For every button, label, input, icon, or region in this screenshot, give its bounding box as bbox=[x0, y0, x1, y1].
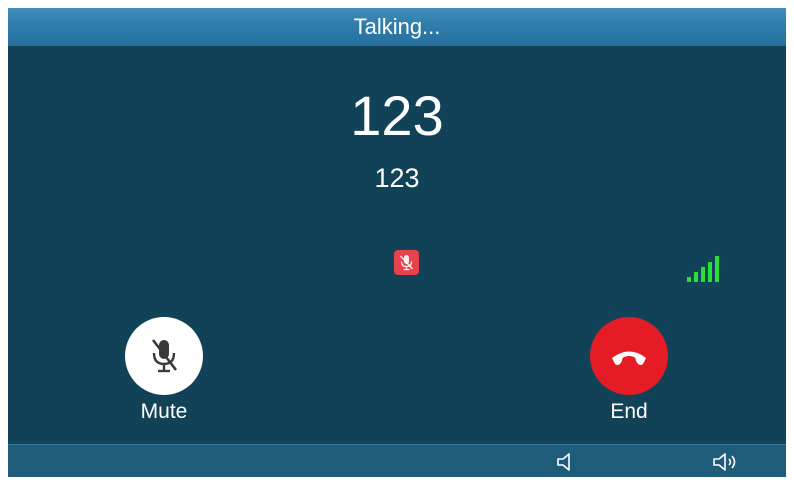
speaker-volume-down-icon[interactable] bbox=[554, 451, 578, 473]
end-label: End bbox=[610, 400, 648, 423]
end-call-button[interactable] bbox=[590, 317, 668, 395]
call-status-title: Talking... bbox=[353, 14, 441, 39]
caller-number: 123 bbox=[374, 163, 420, 193]
speaker-volume-up-icon[interactable] bbox=[711, 451, 741, 473]
hang-up-phone-icon bbox=[612, 351, 646, 365]
mute-action: Mute bbox=[114, 317, 214, 424]
microphone-off-icon bbox=[151, 339, 178, 373]
bottom-softkey-bar bbox=[8, 444, 786, 477]
end-action: End bbox=[579, 317, 679, 424]
mute-label: Mute bbox=[140, 400, 188, 423]
signal-strength-icon bbox=[687, 256, 719, 282]
mute-button[interactable] bbox=[125, 317, 203, 395]
caller-name: 123 bbox=[350, 84, 444, 147]
title-bar: Talking... bbox=[8, 8, 786, 46]
call-screen: Talking... 123 123 Mute End bbox=[8, 8, 786, 477]
muted-status-icon bbox=[394, 250, 419, 275]
